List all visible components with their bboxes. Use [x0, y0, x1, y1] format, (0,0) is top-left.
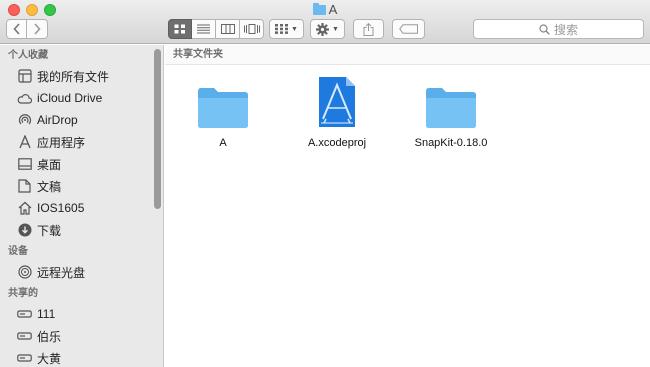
list-icon: [197, 24, 210, 34]
sidebar-item-shared-111[interactable]: 111: [0, 303, 163, 325]
chevron-down-icon: ▼: [332, 25, 339, 33]
downloads-icon: [17, 223, 32, 238]
chevron-left-icon: [12, 23, 20, 35]
window-title-text: A: [328, 2, 338, 17]
remote-disc-icon: [17, 265, 32, 280]
sidebar-item-shared-dahuang[interactable]: 大黄: [0, 347, 163, 367]
chevron-down-icon: ▼: [291, 25, 298, 33]
back-button[interactable]: [6, 19, 27, 39]
sidebar-item-label: 文稿: [37, 179, 62, 194]
sidebar-item-documents[interactable]: 文稿: [0, 175, 163, 197]
forward-button[interactable]: [27, 19, 48, 39]
network-host-icon: [17, 329, 32, 344]
sidebar-item-label: AirDrop: [37, 113, 78, 127]
sidebar-item-label: 远程光盘: [37, 265, 86, 280]
network-host-icon: [17, 351, 32, 366]
search-placeholder: 搜索: [553, 22, 578, 37]
sidebar-item-all-my-files[interactable]: 我的所有文件: [0, 65, 163, 87]
search-icon: [539, 23, 550, 35]
applications-icon: [17, 135, 32, 150]
file-item-snapkit[interactable]: SnapKit-0.18.0: [401, 71, 501, 149]
sidebar-item-desktop[interactable]: 桌面: [0, 153, 163, 175]
column-view-button[interactable]: [216, 19, 240, 39]
window-toolbar: A ▼ ▼ 搜索: [0, 0, 650, 44]
action-button[interactable]: ▼: [310, 19, 345, 39]
sidebar-item-label: iCloud Drive: [37, 91, 103, 105]
airdrop-icon: [17, 113, 32, 128]
desktop-icon: [17, 157, 32, 172]
columns-icon: [220, 24, 235, 34]
sidebar-section-shared: 共享的: [8, 288, 38, 299]
sidebar-item-label: 我的所有文件: [37, 69, 110, 84]
cloud-icon: [17, 91, 32, 106]
sidebar-item-label: IOS1605: [37, 201, 85, 215]
file-browser-pane: 共享文件夹 A A.xcodeproj SnapKit-0.18.0: [165, 45, 650, 367]
list-view-button[interactable]: [192, 19, 216, 39]
file-item-xcodeproj[interactable]: A.xcodeproj: [287, 71, 387, 149]
sidebar-item-remote-disc[interactable]: 远程光盘: [0, 261, 163, 283]
cover-flow-icon: [243, 24, 260, 34]
sidebar-item-shared-bole[interactable]: 伯乐: [0, 325, 163, 347]
sidebar-item-label: 应用程序: [37, 135, 86, 150]
file-name: A.xcodeproj: [307, 137, 367, 149]
sidebar-item-label: 下载: [37, 223, 62, 238]
share-icon: [363, 22, 374, 36]
sidebar-section-devices: 设备: [8, 246, 28, 257]
folder-icon: [421, 71, 481, 129]
arrange-button[interactable]: ▼: [269, 19, 304, 39]
sidebar-section-favorites: 个人收藏: [8, 50, 48, 61]
file-name: A: [219, 137, 227, 149]
arrange-grid-icon: [275, 24, 289, 34]
sidebar-item-label: 111: [37, 307, 56, 321]
share-button[interactable]: [353, 19, 384, 39]
chevron-right-icon: [34, 23, 41, 35]
sidebar-item-home[interactable]: IOS1605: [0, 197, 163, 219]
home-icon: [17, 201, 32, 216]
folder-icon: [312, 3, 326, 15]
icon-view-button[interactable]: [168, 19, 192, 39]
file-item-a[interactable]: A: [173, 71, 273, 149]
documents-icon: [17, 179, 32, 194]
sidebar-item-applications[interactable]: 应用程序: [0, 131, 163, 153]
search-field[interactable]: 搜索: [473, 19, 644, 39]
sidebar-item-airdrop[interactable]: AirDrop: [0, 109, 163, 131]
network-host-icon: [17, 307, 32, 322]
location-header: 共享文件夹: [165, 45, 650, 65]
cover-flow-view-button[interactable]: [240, 19, 264, 39]
sidebar-item-label: 大黄: [37, 351, 62, 366]
tag-icon: [398, 24, 418, 34]
view-mode-segmented-control: [168, 19, 264, 39]
sidebar-item-icloud-drive[interactable]: iCloud Drive: [0, 87, 163, 109]
sidebar-item-downloads[interactable]: 下载: [0, 219, 163, 241]
folder-icon: [193, 71, 253, 129]
sidebar-item-label: 桌面: [37, 157, 62, 172]
sidebar-item-label: 伯乐: [37, 329, 62, 344]
sidebar: 个人收藏 我的所有文件 iCloud Drive AirDrop 应用程序 桌面: [0, 45, 164, 367]
sidebar-scrollbar[interactable]: [154, 49, 161, 209]
gear-icon: [316, 22, 330, 36]
window-title: A: [0, 2, 650, 17]
xcodeproj-icon: [307, 71, 367, 129]
all-files-icon: [17, 69, 32, 84]
file-name: SnapKit-0.18.0: [414, 137, 488, 149]
icon-grid-icon: [174, 24, 185, 34]
tags-button[interactable]: [392, 19, 425, 39]
